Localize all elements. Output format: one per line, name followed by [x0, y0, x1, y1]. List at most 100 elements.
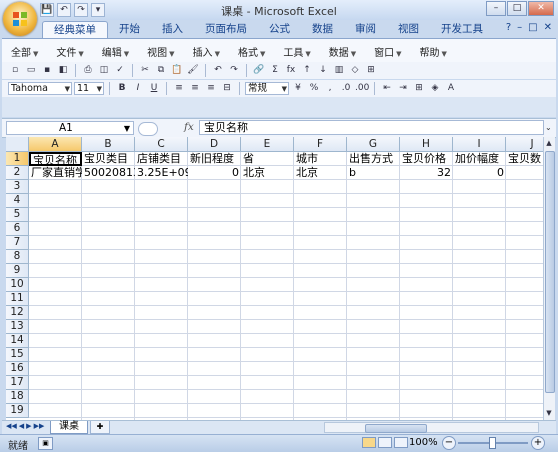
- column-header[interactable]: C: [135, 137, 188, 152]
- increase-indent-icon[interactable]: ⇥: [396, 82, 410, 95]
- ribbon-close-icon[interactable]: ✕: [544, 22, 552, 33]
- undo-icon[interactable]: ↶: [57, 3, 71, 17]
- new-file-icon[interactable]: ▫: [8, 64, 22, 77]
- print-icon[interactable]: ⎙: [81, 64, 95, 77]
- align-right-icon[interactable]: ≡: [204, 82, 218, 95]
- merge-center-icon[interactable]: ⊟: [220, 82, 234, 95]
- permission-icon[interactable]: ◧: [56, 64, 70, 77]
- cell[interactable]: [506, 166, 543, 180]
- bold-button[interactable]: B: [115, 82, 129, 95]
- zoom-level[interactable]: 100%: [409, 437, 438, 448]
- row-header[interactable]: 9: [6, 264, 29, 278]
- copy-icon[interactable]: ⧉: [154, 64, 168, 77]
- italic-button[interactable]: I: [131, 82, 145, 95]
- redo-toolbar-icon[interactable]: ↷: [227, 64, 241, 77]
- font-color-icon[interactable]: A: [444, 82, 458, 95]
- cell[interactable]: 0: [188, 166, 241, 180]
- menu-format[interactable]: 格式 ▼: [229, 44, 274, 59]
- menu-file[interactable]: 文件 ▼: [47, 44, 92, 59]
- menu-help[interactable]: 帮助 ▼: [411, 44, 456, 59]
- column-header[interactable]: E: [241, 137, 294, 152]
- menu-edit[interactable]: 编辑 ▼: [93, 44, 138, 59]
- insert-sheet-icon[interactable]: ✚: [90, 421, 110, 434]
- spelling-icon[interactable]: ✓: [113, 64, 127, 77]
- formula-cancel-icon[interactable]: [138, 122, 158, 136]
- vertical-scroll-thumb[interactable]: [545, 151, 555, 393]
- row-header[interactable]: 17: [6, 376, 29, 390]
- save-icon[interactable]: 💾: [40, 3, 54, 17]
- maximize-button[interactable]: □: [507, 1, 527, 16]
- print-preview-icon[interactable]: ◫: [97, 64, 111, 77]
- tab-review[interactable]: 审阅: [344, 21, 387, 38]
- select-all-corner[interactable]: [6, 137, 29, 152]
- next-sheet-icon[interactable]: ▶: [26, 422, 31, 430]
- align-center-icon[interactable]: ≡: [188, 82, 202, 95]
- page-break-view-button[interactable]: [394, 437, 408, 448]
- cell[interactable]: 北京: [294, 166, 347, 180]
- cell[interactable]: 出售方式: [347, 152, 400, 166]
- menu-data[interactable]: 数据 ▼: [320, 44, 365, 59]
- zoom-in-button[interactable]: +: [531, 436, 545, 450]
- cell[interactable]: 城市: [294, 152, 347, 166]
- chart-wizard-icon[interactable]: ▥: [332, 64, 346, 77]
- chevron-down-icon[interactable]: ▼: [124, 122, 130, 135]
- help-icon[interactable]: ?: [506, 22, 511, 33]
- row-header[interactable]: 14: [6, 334, 29, 348]
- cell[interactable]: 北京: [241, 166, 294, 180]
- font-size-select[interactable]: 11 ▼: [74, 82, 104, 95]
- column-header[interactable]: B: [82, 137, 135, 152]
- office-button[interactable]: [3, 2, 37, 36]
- zoom-out-button[interactable]: −: [442, 436, 456, 450]
- name-box[interactable]: A1 ▼: [6, 121, 134, 135]
- cell[interactable]: 32: [400, 166, 453, 180]
- font-name-select[interactable]: Tahoma ▼: [8, 82, 72, 95]
- increase-decimal-button[interactable]: .0: [339, 82, 353, 95]
- cell[interactable]: 厂家直销学: [29, 166, 82, 180]
- save-file-icon[interactable]: ▪: [40, 64, 54, 77]
- decrease-decimal-button[interactable]: .00: [355, 82, 369, 95]
- menu-view[interactable]: 视图 ▼: [138, 44, 183, 59]
- row-header[interactable]: 4: [6, 194, 29, 208]
- align-left-icon[interactable]: ≡: [172, 82, 186, 95]
- column-header[interactable]: J: [506, 137, 543, 152]
- cell[interactable]: 加价幅度: [453, 152, 506, 166]
- insert-function-icon[interactable]: fx: [284, 64, 298, 77]
- tab-insert[interactable]: 插入: [151, 21, 194, 38]
- autosum-icon[interactable]: Σ: [268, 64, 282, 77]
- undo-toolbar-icon[interactable]: ↶: [211, 64, 225, 77]
- row-header[interactable]: 13: [6, 320, 29, 334]
- ribbon-minimize-icon[interactable]: –: [517, 22, 522, 33]
- cell[interactable]: 新旧程度: [188, 152, 241, 166]
- cell[interactable]: 宝贝数: [506, 152, 543, 166]
- customize-qat-icon[interactable]: ▾: [91, 3, 105, 17]
- macro-record-icon[interactable]: ▣: [38, 437, 53, 450]
- row-header[interactable]: 10: [6, 278, 29, 292]
- prev-sheet-icon[interactable]: ◀: [19, 422, 24, 430]
- expand-formula-bar-icon[interactable]: ⌄: [545, 120, 555, 135]
- tab-view[interactable]: 视图: [387, 21, 430, 38]
- tab-classic-menu[interactable]: 经典菜单: [42, 21, 108, 39]
- tab-data[interactable]: 数据: [301, 21, 344, 38]
- last-sheet-icon[interactable]: ▶▶: [34, 422, 45, 430]
- redo-icon[interactable]: ↷: [74, 3, 88, 17]
- ribbon-restore-icon[interactable]: □: [528, 22, 537, 33]
- scroll-up-icon[interactable]: ▲: [544, 137, 554, 149]
- tab-developer[interactable]: 开发工具: [430, 21, 494, 38]
- row-header[interactable]: 12: [6, 306, 29, 320]
- sheet-tab[interactable]: 课桌: [50, 421, 88, 434]
- zoom-slider-thumb[interactable]: [489, 437, 496, 449]
- menu-window[interactable]: 窗口 ▼: [365, 44, 410, 59]
- cell[interactable]: 店铺类目: [135, 152, 188, 166]
- column-header[interactable]: I: [453, 137, 506, 152]
- hyperlink-icon[interactable]: 🔗: [252, 64, 266, 77]
- insert-function-button[interactable]: fx: [184, 121, 194, 133]
- row-header[interactable]: 15: [6, 348, 29, 362]
- column-header[interactable]: D: [188, 137, 241, 152]
- format-painter-icon[interactable]: 🖌: [186, 64, 200, 77]
- vertical-scrollbar[interactable]: ▲ ▼: [543, 137, 555, 420]
- minimize-button[interactable]: –: [486, 1, 506, 16]
- tab-page-layout[interactable]: 页面布局: [194, 21, 258, 38]
- fill-color-icon[interactable]: ◈: [428, 82, 442, 95]
- first-sheet-icon[interactable]: ◀◀: [6, 422, 17, 430]
- row-header[interactable]: 5: [6, 208, 29, 222]
